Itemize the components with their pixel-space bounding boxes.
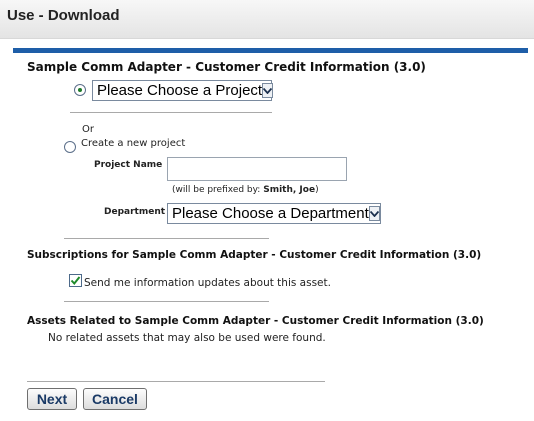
divider	[70, 112, 272, 113]
accent-bar	[13, 48, 528, 53]
project-name-label: Project Name	[94, 160, 163, 170]
divider	[27, 381, 325, 382]
updates-checkbox[interactable]	[69, 274, 82, 287]
section-heading-related: Assets Related to Sample Comm Adapter - …	[27, 315, 484, 327]
section-heading-project: Sample Comm Adapter - Customer Credit In…	[27, 60, 426, 74]
check-icon	[70, 276, 81, 286]
chevron-down-icon	[368, 206, 380, 221]
prefix-note-prefix: (will be prefixed by:	[172, 185, 261, 195]
chevron-down-icon	[262, 83, 274, 98]
section-heading-subscriptions: Subscriptions for Sample Comm Adapter - …	[27, 249, 482, 261]
create-project-label: Create a new project	[81, 138, 186, 149]
choose-project-radio[interactable]	[74, 84, 86, 96]
department-select[interactable]: Please Choose a Department	[167, 203, 381, 224]
prefix-note-suffix: )	[315, 185, 319, 195]
or-label: Or	[82, 124, 94, 135]
prefix-note: (will be prefixed by: Smith, Joe)	[172, 185, 319, 195]
cancel-button[interactable]: Cancel	[83, 388, 147, 410]
create-project-radio[interactable]	[64, 141, 76, 153]
divider	[64, 301, 269, 302]
next-button[interactable]: Next	[27, 388, 77, 410]
department-label: Department	[104, 207, 166, 217]
updates-label: Send me information updates about this a…	[84, 277, 331, 289]
window-title: Use - Download	[7, 7, 120, 24]
divider	[64, 238, 269, 239]
department-select-value: Please Choose a Department	[172, 205, 369, 222]
prefix-note-name: Smith, Joe	[263, 185, 316, 195]
project-select[interactable]: Please Choose a Project	[92, 80, 274, 101]
project-select-value: Please Choose a Project	[97, 82, 263, 99]
project-name-input[interactable]	[167, 157, 347, 181]
related-assets-message: No related assets that may also be used …	[48, 332, 326, 344]
